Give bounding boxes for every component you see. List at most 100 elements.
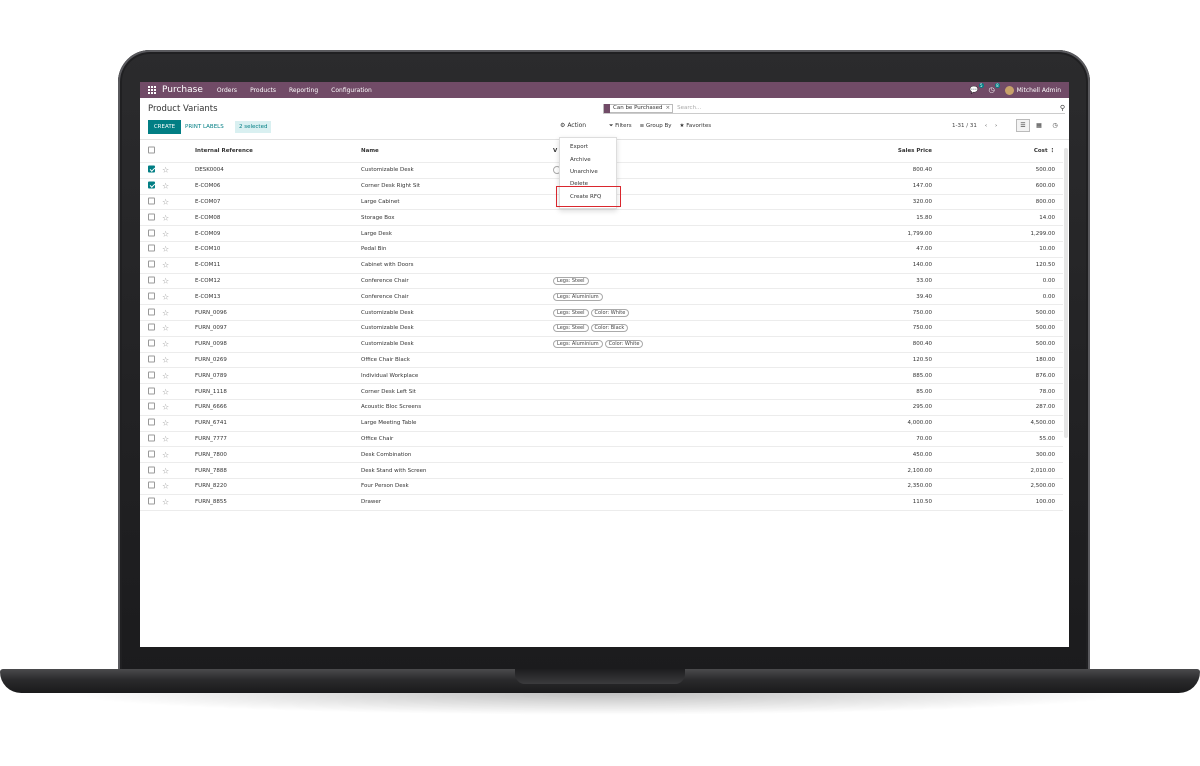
row-checkbox[interactable]	[148, 434, 155, 443]
group-by-button[interactable]: ≡ Group By	[640, 123, 672, 130]
row-checkbox[interactable]	[148, 244, 155, 254]
favorites-button[interactable]: ★ Favorites	[680, 123, 712, 130]
kanban-view-icon[interactable]: ▦	[1032, 119, 1046, 132]
table-row[interactable]: ☆ FURN_0096 Customizable Desk Legs: Stee…	[140, 305, 1063, 321]
table-row[interactable]: ☆ FURN_7800 Desk Combination 450.00 300.…	[140, 447, 1063, 464]
create-button[interactable]: CREATE	[148, 120, 181, 134]
activity-view-icon[interactable]: ◷	[1048, 119, 1062, 132]
pager-next-icon[interactable]: ›	[995, 123, 997, 129]
favorite-star-icon[interactable]: ☆	[162, 482, 169, 491]
table-row[interactable]: ☆ FURN_0097 Customizable Desk Legs: Stee…	[140, 321, 1063, 337]
table-row[interactable]: ☆ FURN_0098 Customizable Desk Legs: Alum…	[140, 337, 1063, 353]
row-checkbox[interactable]	[148, 481, 155, 491]
pager-previous-icon[interactable]: ‹	[985, 123, 987, 129]
favorite-star-icon[interactable]: ☆	[162, 166, 169, 175]
favorite-star-icon[interactable]: ☆	[162, 419, 169, 428]
user-menu[interactable]: Mitchell Admin	[1004, 85, 1061, 95]
favorite-star-icon[interactable]: ☆	[162, 355, 169, 364]
table-row[interactable]: ☆ FURN_6741 Large Meeting Table 4,000.00…	[140, 416, 1063, 432]
table-row[interactable]: ☆ FURN_0269 Office Chair Black 120.50 18…	[140, 353, 1063, 369]
column-settings-icon[interactable]: ⋮	[1050, 148, 1056, 154]
favorite-star-icon[interactable]: ☆	[162, 261, 169, 270]
row-checkbox[interactable]	[148, 292, 155, 301]
action-menu-item-unarchive[interactable]: Unarchive	[560, 166, 616, 178]
action-menu-item-export[interactable]: Export	[560, 141, 616, 153]
col-name[interactable]: Name	[361, 148, 379, 154]
favorite-star-icon[interactable]: ☆	[162, 182, 169, 191]
table-row[interactable]: ☆ E-COM09 Large Desk 1,799.00 1,299.00	[140, 226, 1063, 242]
row-checkbox[interactable]	[148, 371, 155, 380]
table-row[interactable]: ☆ E-COM11 Cabinet with Doors 140.00 120.…	[140, 258, 1063, 274]
row-checkbox[interactable]	[148, 387, 155, 396]
table-row[interactable]: ☆ E-COM13 Conference Chair Legs: Alumini…	[140, 289, 1063, 306]
favorite-star-icon[interactable]: ☆	[162, 324, 169, 333]
action-menu-item-create-rfq[interactable]: Create RFQ	[560, 191, 616, 203]
list-scrollbar[interactable]	[1064, 148, 1068, 438]
menu-orders[interactable]: Orders	[217, 87, 237, 94]
row-checkbox[interactable]	[148, 165, 155, 175]
search-icon[interactable]: ⚲	[1060, 104, 1065, 112]
filters-button[interactable]: ⏷ Filters	[609, 123, 632, 130]
row-checkbox[interactable]	[148, 260, 155, 270]
action-menu-item-delete[interactable]: Delete	[560, 178, 616, 190]
row-checkbox[interactable]	[148, 466, 155, 475]
row-checkbox[interactable]	[148, 229, 155, 238]
col-sales-price[interactable]: Sales Price	[898, 148, 932, 154]
row-checkbox[interactable]	[148, 355, 155, 364]
favorite-star-icon[interactable]: ☆	[162, 498, 169, 507]
action-menu-item-archive[interactable]: Archive	[560, 153, 616, 165]
table-row[interactable]: ☆ FURN_0789 Individual Workplace 885.00 …	[140, 368, 1063, 385]
row-checkbox[interactable]	[148, 339, 155, 349]
apps-grid-icon[interactable]	[148, 86, 156, 94]
favorite-star-icon[interactable]: ☆	[162, 276, 169, 285]
activity-clock-icon[interactable]: ◷ 8	[989, 83, 1000, 94]
favorite-star-icon[interactable]: ☆	[162, 466, 169, 475]
table-row[interactable]: ☆ E-COM10 Pedal Bin 47.00 10.00	[140, 242, 1063, 258]
action-button[interactable]: ⚙ Action	[560, 122, 586, 129]
favorite-star-icon[interactable]: ☆	[162, 245, 169, 254]
menu-reporting[interactable]: Reporting	[289, 87, 318, 94]
col-internal-reference[interactable]: Internal Reference	[195, 148, 253, 154]
favorite-star-icon[interactable]: ☆	[162, 292, 169, 301]
favorite-star-icon[interactable]: ☆	[162, 213, 169, 222]
favorite-star-icon[interactable]: ☆	[162, 387, 169, 396]
favorite-star-icon[interactable]: ☆	[162, 450, 169, 459]
row-checkbox[interactable]	[148, 402, 155, 412]
pager-value[interactable]: 1-31 / 31	[952, 123, 977, 129]
menu-configuration[interactable]: Configuration	[331, 87, 372, 94]
menu-products[interactable]: Products	[250, 87, 276, 94]
favorite-star-icon[interactable]: ☆	[162, 340, 169, 349]
col-variant-values[interactable]: V	[553, 148, 557, 154]
row-checkbox[interactable]	[148, 497, 155, 507]
table-row[interactable]: ☆ FURN_6666 Acoustic Bloc Screens 295.00…	[140, 400, 1063, 416]
row-checkbox[interactable]	[148, 308, 155, 317]
favorite-star-icon[interactable]: ☆	[162, 308, 169, 317]
table-row[interactable]: ☆ FURN_7777 Office Chair 70.00 55.00	[140, 432, 1063, 448]
favorite-star-icon[interactable]: ☆	[162, 371, 169, 380]
table-row[interactable]: ☆ FURN_8220 Four Person Desk 2,350.00 2,…	[140, 479, 1063, 495]
row-checkbox[interactable]	[148, 323, 155, 333]
row-checkbox[interactable]	[148, 213, 155, 222]
table-row[interactable]: ☆ FURN_1118 Corner Desk Left Sit 85.00 7…	[140, 384, 1063, 400]
table-row[interactable]: ☆ E-COM08 Storage Box 15.80 14.00	[140, 210, 1063, 227]
table-row[interactable]: ☆ E-COM12 Conference Chair Legs: Steel 3…	[140, 274, 1063, 290]
list-view-icon[interactable]: ☰	[1016, 119, 1030, 132]
row-checkbox[interactable]	[148, 450, 155, 459]
row-checkbox[interactable]	[148, 276, 155, 285]
app-title[interactable]: Purchase	[162, 85, 203, 95]
favorite-star-icon[interactable]: ☆	[162, 197, 169, 206]
search-bar[interactable]: Can be Purchased × Search... ⚲	[603, 103, 1065, 114]
favorite-star-icon[interactable]: ☆	[162, 403, 169, 412]
chat-icon[interactable]: 💬 5	[970, 83, 984, 94]
col-cost[interactable]: Cost ⋮	[1034, 148, 1055, 154]
select-all-checkbox[interactable]	[148, 146, 155, 156]
print-labels-button[interactable]: PRINT LABELS	[185, 120, 224, 134]
row-checkbox[interactable]	[148, 197, 155, 206]
search-input[interactable]: Search...	[677, 105, 701, 111]
table-row[interactable]: ☆ FURN_8855 Drawer 110.50 100.00	[140, 495, 1063, 511]
remove-facet-icon[interactable]: ×	[666, 105, 673, 111]
row-checkbox[interactable]	[148, 181, 155, 191]
table-row[interactable]: ☆ FURN_7888 Desk Stand with Screen 2,100…	[140, 463, 1063, 479]
favorite-star-icon[interactable]: ☆	[162, 434, 169, 443]
row-checkbox[interactable]	[148, 418, 155, 428]
